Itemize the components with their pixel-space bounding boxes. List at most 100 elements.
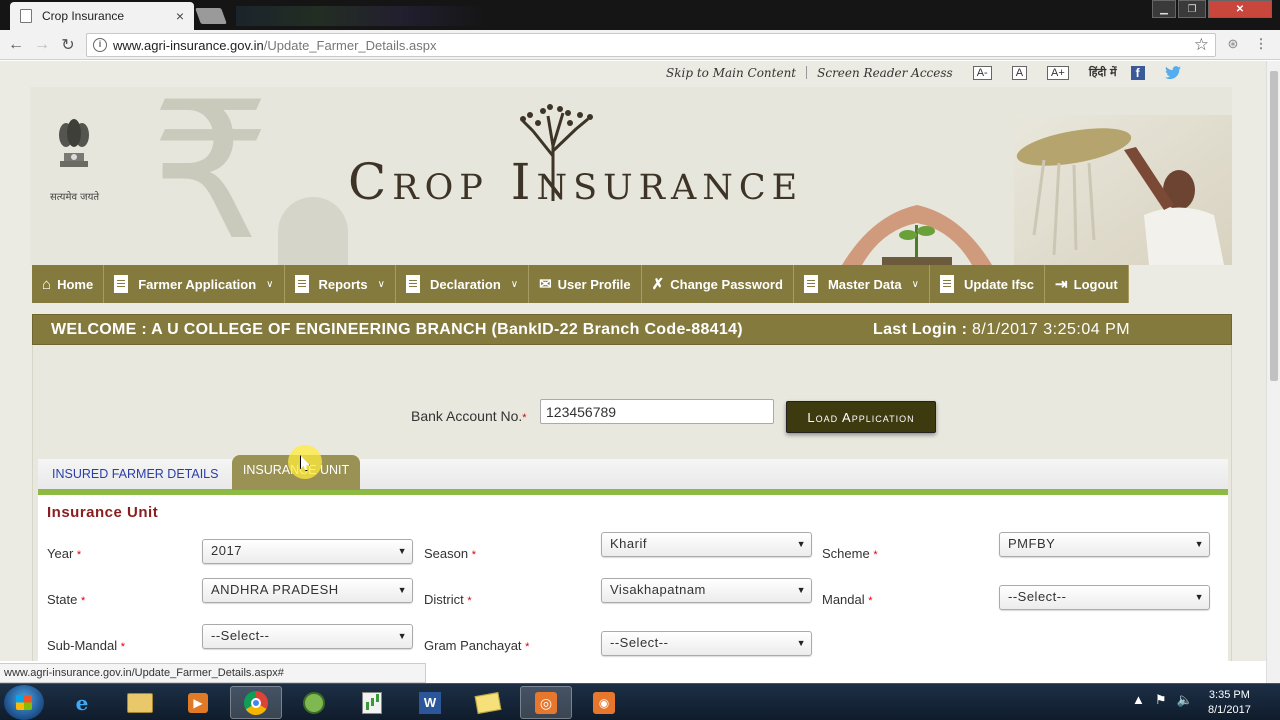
android-studio-icon[interactable] bbox=[288, 686, 340, 719]
page-favicon-icon bbox=[20, 9, 32, 23]
utility-bar: Skip to Main Content Screen Reader Acces… bbox=[666, 65, 1181, 80]
main-menu: ⌂ Home Farmer Application ∨ Reports ∨ De… bbox=[32, 265, 1129, 303]
dropdown-arrow-icon: ▼ bbox=[397, 546, 407, 556]
internet-explorer-icon[interactable]: e bbox=[56, 686, 108, 719]
font-increase-button[interactable]: A+ bbox=[1047, 65, 1069, 80]
chrome-icon[interactable] bbox=[230, 686, 282, 719]
rupee-icon: ₹ bbox=[150, 87, 271, 265]
system-clock[interactable]: 3:35 PM 8/1/2017 bbox=[1208, 688, 1251, 718]
skip-to-main-link[interactable]: Skip to Main Content bbox=[666, 66, 796, 80]
page-scrollbar[interactable] bbox=[1266, 61, 1280, 683]
browser-menu-icon[interactable]: ⋮ bbox=[1252, 36, 1270, 54]
menu-item-user-profile[interactable]: ✉ User Profile bbox=[529, 265, 642, 303]
word-icon[interactable]: W bbox=[404, 686, 456, 719]
url-path: /Update_Farmer_Details.aspx bbox=[263, 37, 437, 53]
national-emblem-icon bbox=[59, 119, 89, 167]
menu-item-declaration[interactable]: Declaration ∨ bbox=[396, 265, 530, 303]
load-application-button[interactable]: Load Application bbox=[786, 401, 936, 433]
site-title: Crop Insurance bbox=[348, 153, 804, 211]
show-hidden-icons-icon[interactable]: ▲ bbox=[1132, 692, 1145, 708]
hindi-language-link[interactable]: हिंदी में bbox=[1089, 65, 1117, 80]
address-bar[interactable]: i www.agri-insurance.gov.in/Update_Farme… bbox=[86, 33, 1216, 57]
font-decrease-button[interactable]: A- bbox=[972, 65, 992, 80]
chevron-down-icon: ∨ bbox=[266, 278, 274, 290]
gram-panchayat-label: Gram Panchayat * bbox=[424, 638, 530, 653]
last-login: Last Login : 8/1/2017 3:25:04 PM bbox=[873, 320, 1131, 338]
link-status-bar: www.agri-insurance.gov.in/Update_Farmer_… bbox=[0, 663, 426, 683]
media-player-icon[interactable]: ▶ bbox=[172, 686, 224, 719]
menu-item-update-ifsc[interactable]: Update Ifsc bbox=[930, 265, 1046, 303]
extension-icon[interactable]: ⊛ bbox=[1224, 36, 1242, 54]
farmer-photo bbox=[1014, 115, 1232, 265]
chevron-down-icon: ∨ bbox=[510, 278, 519, 290]
season-select[interactable]: Kharif ▼ bbox=[601, 532, 812, 557]
tab-close-icon[interactable]: × bbox=[176, 8, 184, 24]
chevron-down-icon: ∨ bbox=[377, 278, 385, 290]
font-normal-button[interactable]: A bbox=[1011, 65, 1028, 80]
emblem-motto: सत्यमेव जयते bbox=[50, 192, 100, 203]
mandal-select[interactable]: --Select-- ▼ bbox=[999, 585, 1210, 610]
reload-icon[interactable]: ↻ bbox=[58, 35, 78, 55]
twitter-icon[interactable] bbox=[1164, 65, 1181, 80]
screen-recorder-icon[interactable]: ◎ bbox=[520, 686, 572, 719]
dropdown-arrow-icon: ▼ bbox=[796, 638, 806, 648]
bank-account-label: Bank Account No.* bbox=[411, 408, 527, 424]
menu-item-change-password[interactable]: ✗ Change Password bbox=[642, 265, 794, 303]
start-button[interactable] bbox=[4, 685, 44, 720]
welcome-bar: WELCOME : A U COLLEGE OF ENGINEERING BRA… bbox=[32, 314, 1232, 345]
file-explorer-icon[interactable] bbox=[114, 686, 166, 719]
dropdown-arrow-icon: ▼ bbox=[397, 585, 407, 595]
envelope-icon: ✉ bbox=[539, 276, 552, 293]
background-windows bbox=[236, 6, 486, 26]
district-select[interactable]: Visakhapatnam ▼ bbox=[601, 578, 812, 603]
camera-app-icon[interactable]: ◉ bbox=[578, 686, 630, 719]
scrollbar-thumb[interactable] bbox=[1270, 71, 1278, 381]
state-select[interactable]: ANDHRA PRADESH ▼ bbox=[202, 578, 413, 603]
url-host: www.agri-insurance.gov.in bbox=[113, 37, 264, 53]
home-icon: ⌂ bbox=[42, 275, 52, 293]
window-minimize-button[interactable]: ▁ bbox=[1152, 0, 1176, 18]
tab-insured-farmer-details[interactable]: INSURED FARMER DETAILS bbox=[52, 467, 218, 481]
document-icon bbox=[294, 275, 309, 293]
back-arrow-icon[interactable]: ← bbox=[6, 35, 26, 55]
volume-muted-icon[interactable]: 🔈 bbox=[1177, 692, 1193, 708]
new-tab-button[interactable] bbox=[195, 8, 227, 24]
welcome-text: WELCOME : A U COLLEGE OF ENGINEERING BRA… bbox=[51, 320, 743, 338]
dropdown-arrow-icon: ▼ bbox=[1194, 539, 1204, 549]
screen-reader-link[interactable]: Screen Reader Access bbox=[817, 66, 953, 80]
window-close-button[interactable]: ✕ bbox=[1208, 0, 1272, 18]
scheme-label: Scheme * bbox=[822, 546, 878, 561]
year-select[interactable]: 2017 ▼ bbox=[202, 539, 413, 564]
menu-item-farmer-application[interactable]: Farmer Application ∨ bbox=[104, 265, 285, 303]
chevron-down-icon: ∨ bbox=[911, 278, 919, 290]
bookmark-star-icon[interactable]: ☆ bbox=[1194, 35, 1209, 55]
illustration-figure bbox=[278, 197, 348, 265]
document-icon bbox=[803, 275, 818, 293]
browser-tab[interactable]: Crop Insurance × bbox=[10, 2, 194, 30]
insurance-unit-form: Insurance Unit Year * 2017 ▼ Season * Kha… bbox=[38, 495, 1228, 661]
browser-toolbar: ← → ↻ i www.agri-insurance.gov.in/Update… bbox=[0, 30, 1280, 60]
facebook-icon[interactable]: f bbox=[1130, 65, 1145, 80]
menu-item-home[interactable]: ⌂ Home bbox=[32, 265, 105, 303]
window-restore-button[interactable]: ❐ bbox=[1178, 0, 1206, 18]
main-content: Bank Account No.* Load Application INSUR… bbox=[32, 345, 1232, 661]
hands-plant-illustration bbox=[842, 205, 992, 265]
sub-mandal-select[interactable]: --Select-- ▼ bbox=[202, 624, 413, 649]
dropdown-arrow-icon: ▼ bbox=[1194, 592, 1204, 602]
menu-item-master-data[interactable]: Master Data ∨ bbox=[794, 265, 930, 303]
menu-item-reports[interactable]: Reports ∨ bbox=[285, 265, 396, 303]
document-icon bbox=[405, 275, 420, 293]
gram-panchayat-select[interactable]: --Select-- ▼ bbox=[601, 631, 812, 656]
mandal-label: Mandal * bbox=[822, 592, 873, 607]
scheme-select[interactable]: PMFBY ▼ bbox=[999, 532, 1210, 557]
browser-titlebar: Crop Insurance × ▁ ❐ ✕ bbox=[0, 0, 1280, 30]
spreadsheet-icon[interactable] bbox=[346, 686, 398, 719]
forward-arrow-icon[interactable]: → bbox=[32, 35, 52, 55]
menu-item-logout[interactable]: ⇥ Logout bbox=[1045, 265, 1129, 303]
notes-folder-icon[interactable] bbox=[462, 686, 514, 719]
tab-title: Crop Insurance bbox=[42, 9, 125, 23]
action-center-flag-icon[interactable]: ⚑ bbox=[1155, 692, 1167, 708]
site-info-icon[interactable]: i bbox=[93, 38, 107, 52]
dropdown-arrow-icon: ▼ bbox=[796, 539, 806, 549]
bank-account-input[interactable] bbox=[540, 399, 774, 424]
